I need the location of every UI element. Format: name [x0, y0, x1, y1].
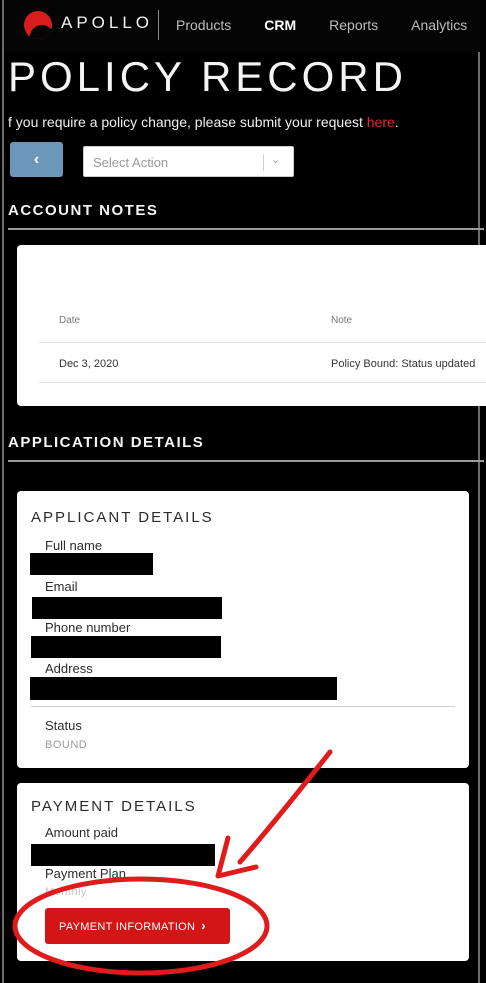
notice-text: f you require a policy change, please su…	[8, 114, 367, 130]
select-separator	[263, 154, 264, 171]
main-nav: Products CRM Reports Analytics	[176, 17, 486, 33]
policy-change-notice: f you require a policy change, please su…	[8, 114, 399, 130]
notice-period: .	[394, 114, 399, 130]
amount-paid-label: Amount paid	[45, 825, 118, 840]
email-redacted	[32, 597, 222, 619]
email-label: Email	[45, 579, 78, 594]
payment-information-button[interactable]: PAYMENT INFORMATION ›	[45, 908, 230, 944]
applicant-details-title: APPLICANT DETAILS	[31, 509, 214, 526]
action-select[interactable]: Select Action ⌄	[83, 146, 294, 177]
nav-analytics[interactable]: Analytics	[411, 17, 467, 33]
apollo-logo-icon[interactable]	[24, 11, 52, 39]
address-label: Address	[45, 661, 93, 676]
full-name-label: Full name	[45, 538, 103, 553]
chevron-down-icon: ⌄	[271, 154, 281, 166]
column-header-date[interactable]: Date	[59, 315, 80, 326]
amount-paid-redacted	[31, 844, 215, 866]
status-label: Status	[45, 718, 82, 733]
chevron-left-icon: ‹	[33, 151, 40, 168]
column-header-note[interactable]: Note	[331, 315, 352, 326]
account-notes-heading: ACCOUNT NOTES	[8, 202, 159, 219]
nav-divider	[158, 10, 159, 40]
table-row-rule	[39, 382, 486, 383]
application-details-heading: APPLICATION DETAILS	[8, 434, 205, 451]
nav-crm[interactable]: CRM	[264, 17, 296, 33]
chevron-right-icon: ›	[201, 918, 206, 933]
payment-information-label: PAYMENT INFORMATION	[59, 921, 196, 933]
phone-number-label: Phone number	[45, 620, 131, 635]
status-value: BOUND	[45, 739, 88, 751]
request-here-link[interactable]: here	[367, 114, 395, 130]
payment-plan-value: Monthly	[45, 886, 88, 898]
action-select-placeholder: Select Action	[93, 155, 169, 170]
table-header-rule	[39, 342, 486, 343]
payment-details-title: PAYMENT DETAILS	[31, 798, 197, 815]
top-navigation-bar: APOLLO Products CRM Reports Analytics	[4, 0, 480, 52]
brand-name[interactable]: APOLLO	[61, 13, 153, 33]
applicant-status-rule	[31, 706, 455, 707]
note-date-cell: Dec 3, 2020	[59, 358, 119, 370]
account-notes-table: Date Note Dec 3, 2020 Policy Bound: Stat…	[17, 245, 486, 406]
phone-number-redacted	[31, 636, 221, 658]
full-name-redacted	[30, 553, 153, 575]
payment-plan-label: Payment Plan	[45, 866, 126, 881]
address-redacted	[30, 677, 337, 700]
note-text-cell: Policy Bound: Status updated	[331, 358, 476, 370]
nav-products[interactable]: Products	[176, 17, 231, 33]
account-notes-divider	[8, 228, 484, 230]
back-button[interactable]: ‹	[10, 142, 63, 177]
application-details-divider	[8, 460, 484, 462]
nav-reports[interactable]: Reports	[329, 17, 378, 33]
applicant-details-card: APPLICANT DETAILS Full name Email Phone …	[17, 491, 469, 768]
page-title: POLICY RECORD	[8, 53, 407, 100]
